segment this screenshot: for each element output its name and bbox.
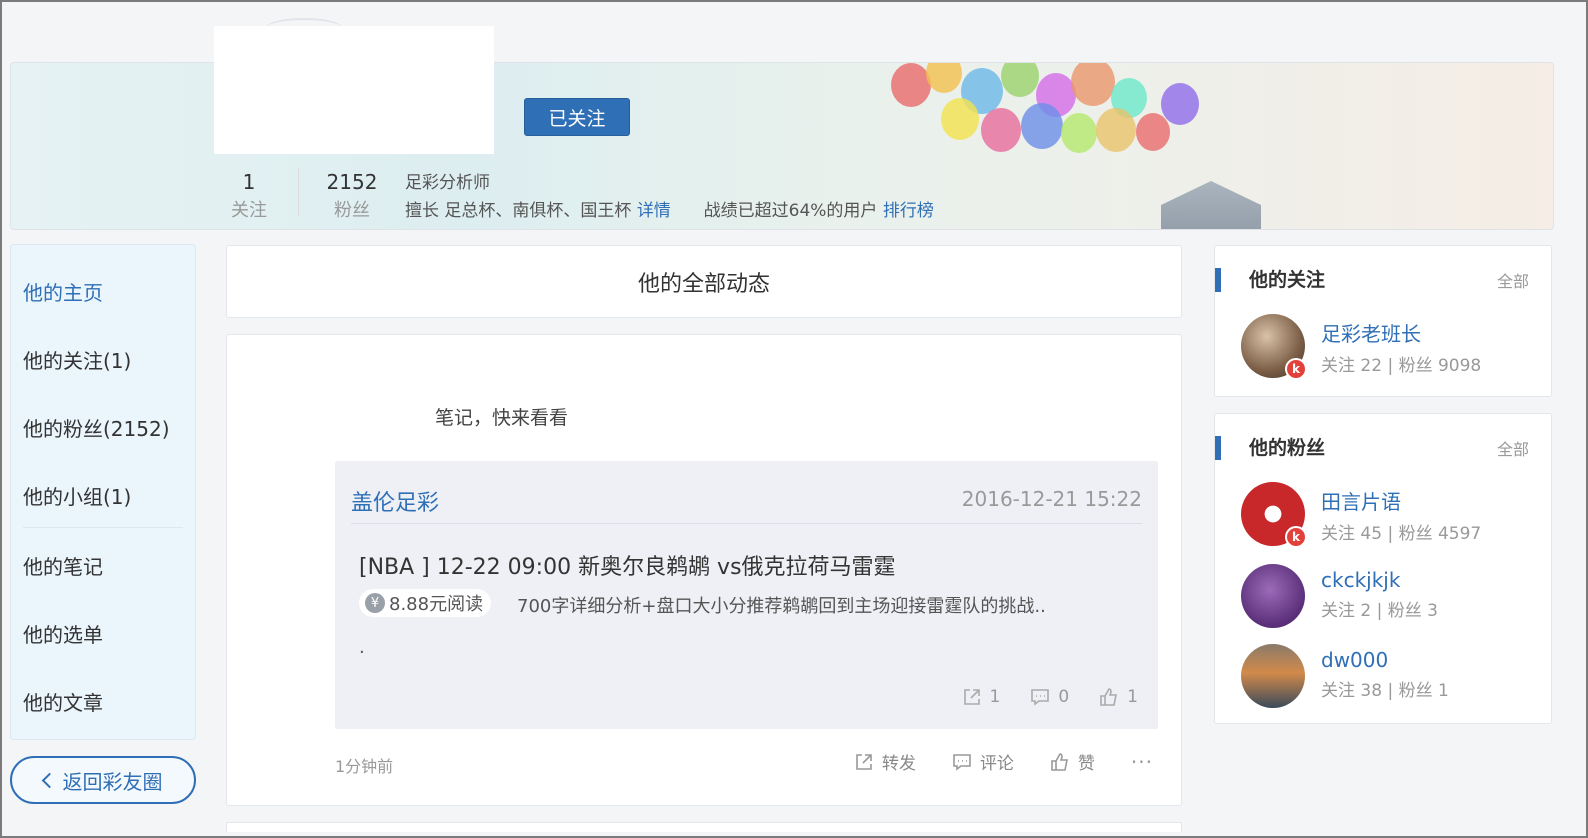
user-item: dw000 关注 38 | 粉丝 1 — [1241, 644, 1449, 708]
back-to-circle-button[interactable]: 返回彩友圈 — [10, 756, 196, 804]
quote-tail: . — [359, 637, 365, 658]
specialty-text: 擅长 足总杯、南俱杯、国王杯 — [405, 201, 632, 221]
following-label: 关注 — [231, 200, 267, 221]
share-label: 转发 — [881, 754, 916, 774]
avatar[interactable] — [1241, 564, 1305, 628]
back-button-label: 返回彩友圈 — [62, 769, 163, 794]
details-link[interactable]: 详情 — [637, 201, 671, 221]
avatar[interactable]: k — [1241, 314, 1307, 380]
following-all-link[interactable]: 全部 — [1497, 268, 1529, 292]
quote-divider — [351, 523, 1142, 524]
user-stats: 关注 22 | 粉丝 9098 — [1321, 356, 1482, 376]
user-item: ckckjkjk 关注 2 | 粉丝 3 — [1241, 564, 1438, 628]
share-button[interactable]: 转发 — [854, 749, 916, 774]
k-badge-icon: k — [1285, 526, 1307, 548]
chevron-left-icon — [41, 772, 57, 789]
quote-actions: 1 0 1 — [962, 687, 1138, 707]
record-text: 战绩已超过64%的用户 — [703, 201, 878, 221]
tab-all-activity[interactable]: 他的全部动态 — [226, 245, 1182, 318]
user-name[interactable]: 足彩老班长 — [1321, 318, 1481, 347]
nav-item-notes[interactable]: 他的笔记 — [23, 551, 103, 580]
following-card-title: 他的关注 — [1215, 268, 1325, 292]
fans-count: 2152 — [326, 170, 378, 194]
followed-button[interactable]: 已关注 — [524, 98, 630, 136]
nav-divider — [23, 527, 183, 528]
following-stat[interactable]: 1 关注 — [224, 170, 274, 222]
avatar-redacted — [214, 26, 494, 154]
user-stats: 关注 45 | 粉丝 4597 — [1321, 524, 1482, 544]
price-label: 8.88元阅读 — [389, 594, 484, 615]
nav-item-groups[interactable]: 他的小组(1) — [23, 481, 131, 510]
post-author-redacted — [297, 355, 437, 465]
quote-like-button[interactable]: 1 — [1099, 687, 1138, 707]
comment-icon — [953, 753, 971, 771]
user-name[interactable]: dw000 — [1321, 648, 1449, 672]
fans-stat[interactable]: 2152 粉丝 — [320, 170, 384, 222]
like-label: 赞 — [1077, 754, 1095, 774]
nav-item-picks[interactable]: 他的选单 — [23, 619, 103, 648]
quoted-note-card[interactable]: 盖伦足彩 2016-12-21 15:22 [NBA ] 12-22 09:00… — [335, 461, 1158, 729]
left-nav: 他的主页 他的关注(1) 他的粉丝(2152) 他的小组(1) 他的笔记 他的选… — [10, 244, 196, 740]
comment-button[interactable]: 评论 — [952, 749, 1014, 774]
next-feed-item-edge — [226, 822, 1182, 832]
nav-item-home[interactable]: 他的主页 — [23, 277, 103, 306]
quote-description: 700字详细分析+盘口大小分推荐鹈鹕回到主场迎接雷霆队的挑战.. — [517, 596, 1046, 617]
share-icon — [856, 753, 872, 770]
like-button[interactable]: 赞 — [1050, 749, 1095, 774]
nav-item-fans[interactable]: 他的粉丝(2152) — [23, 413, 170, 442]
quote-time: 2016-12-21 15:22 — [961, 487, 1142, 511]
profile-title: 足彩分析师 — [405, 173, 490, 193]
fans-card-title: 他的粉丝 — [1215, 436, 1325, 460]
comment-icon — [1031, 689, 1050, 706]
quote-author[interactable]: 盖伦足彩 — [351, 485, 439, 517]
quote-share-button[interactable]: 1 — [962, 687, 1001, 707]
thumbs-up-icon — [1100, 688, 1118, 706]
quote-like-count: 1 — [1127, 687, 1138, 707]
fans-card: 他的粉丝 全部 k 田言片语 关注 45 | 粉丝 4597 ckckjkjk … — [1214, 413, 1552, 724]
nav-item-following[interactable]: 他的关注(1) — [23, 345, 131, 374]
user-stats: 关注 38 | 粉丝 1 — [1321, 681, 1449, 701]
fans-label: 粉丝 — [334, 200, 370, 221]
quote-share-count: 1 — [989, 687, 1001, 707]
user-name[interactable]: ckckjkjk — [1321, 568, 1438, 592]
following-count: 1 — [242, 170, 256, 194]
post-time: 1分钟前 — [335, 757, 394, 776]
post-text: 笔记，快来看看 — [435, 407, 569, 429]
quote-comment-count: 0 — [1058, 687, 1070, 707]
thumbs-up-icon — [1051, 752, 1068, 771]
following-card: 他的关注 全部 k 足彩老班长 关注 22 | 粉丝 9098 — [1214, 245, 1552, 397]
user-item: k 足彩老班长 关注 22 | 粉丝 9098 — [1241, 314, 1482, 380]
post-actions: 转发 评论 赞 ··· — [854, 749, 1153, 774]
feed-item: 笔记，快来看看 盖伦足彩 2016-12-21 15:22 [NBA ] 12-… — [226, 334, 1182, 806]
comment-label: 评论 — [979, 754, 1014, 774]
k-badge-icon: k — [1285, 358, 1307, 380]
user-item: k 田言片语 关注 45 | 粉丝 4597 — [1241, 482, 1482, 548]
user-name[interactable]: 田言片语 — [1321, 486, 1481, 515]
nav-item-articles[interactable]: 他的文章 — [23, 687, 103, 716]
share-icon — [963, 689, 980, 705]
avatar[interactable] — [1241, 644, 1305, 708]
price-badge: ¥ 8.88元阅读 — [359, 589, 492, 617]
avatar[interactable]: k — [1241, 482, 1307, 548]
stat-divider — [298, 168, 299, 216]
more-options-icon[interactable]: ··· — [1131, 750, 1153, 774]
quote-comment-button[interactable]: 0 — [1030, 687, 1069, 707]
user-stats: 关注 2 | 粉丝 3 — [1321, 601, 1438, 621]
quote-title[interactable]: [NBA ] 12-22 09:00 新奥尔良鹈鹕 vs俄克拉荷马雷霆 — [359, 549, 896, 581]
profile-specialty: 擅长 足总杯、南俱杯、国王杯 详情 战绩已超过64%的用户 排行榜 — [405, 196, 934, 221]
ranking-link[interactable]: 排行榜 — [883, 201, 934, 221]
yen-icon: ¥ — [365, 593, 385, 613]
fans-all-link[interactable]: 全部 — [1497, 436, 1529, 460]
